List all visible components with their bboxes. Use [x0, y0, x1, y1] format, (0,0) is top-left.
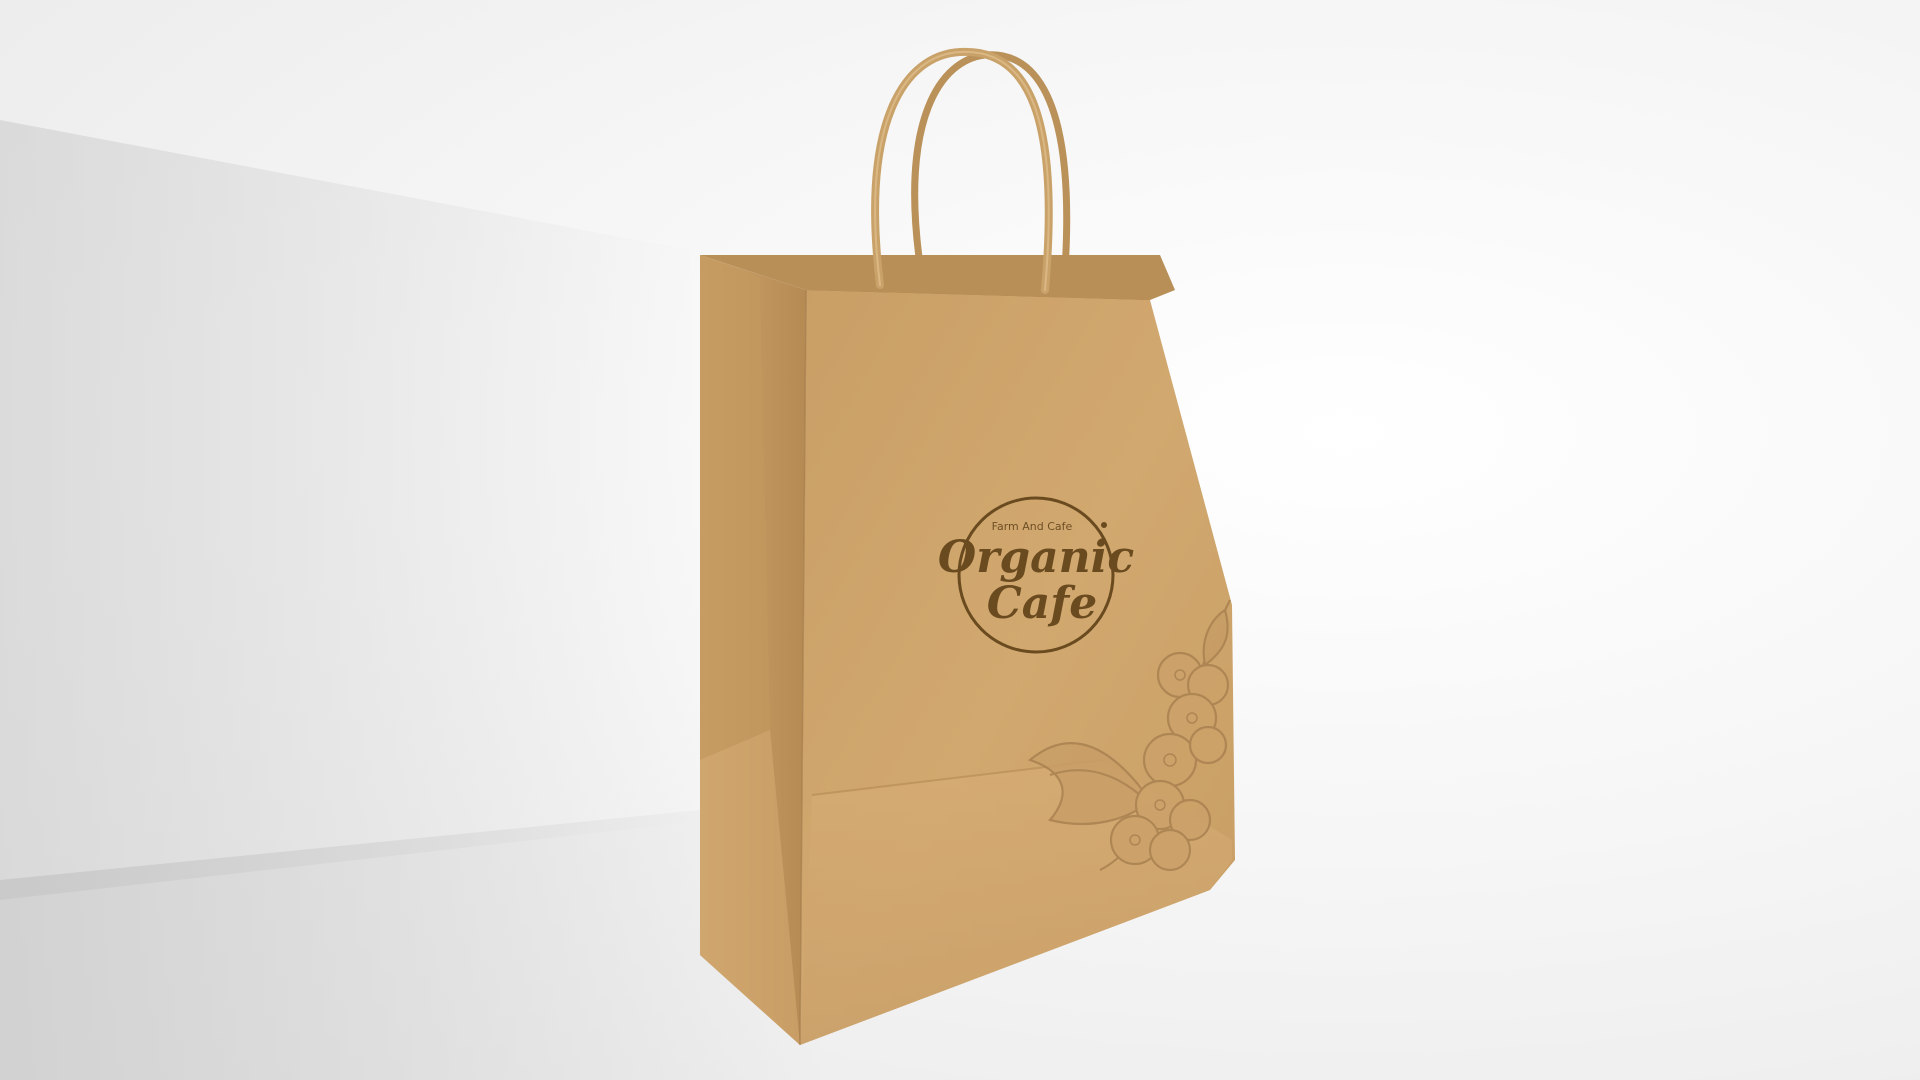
logo-line1: Organic — [938, 532, 1134, 583]
front-handle — [871, 47, 1053, 294]
logo-line2: Cafe — [987, 578, 1097, 629]
mockup-scene: Farm And Cafe Organic Cafe — [0, 0, 1920, 1080]
organic-cafe-logo: Farm And Cafe Organic Cafe — [938, 496, 1134, 654]
bag-mockup-illustration: Farm And Cafe Organic Cafe — [0, 47, 1235, 1080]
